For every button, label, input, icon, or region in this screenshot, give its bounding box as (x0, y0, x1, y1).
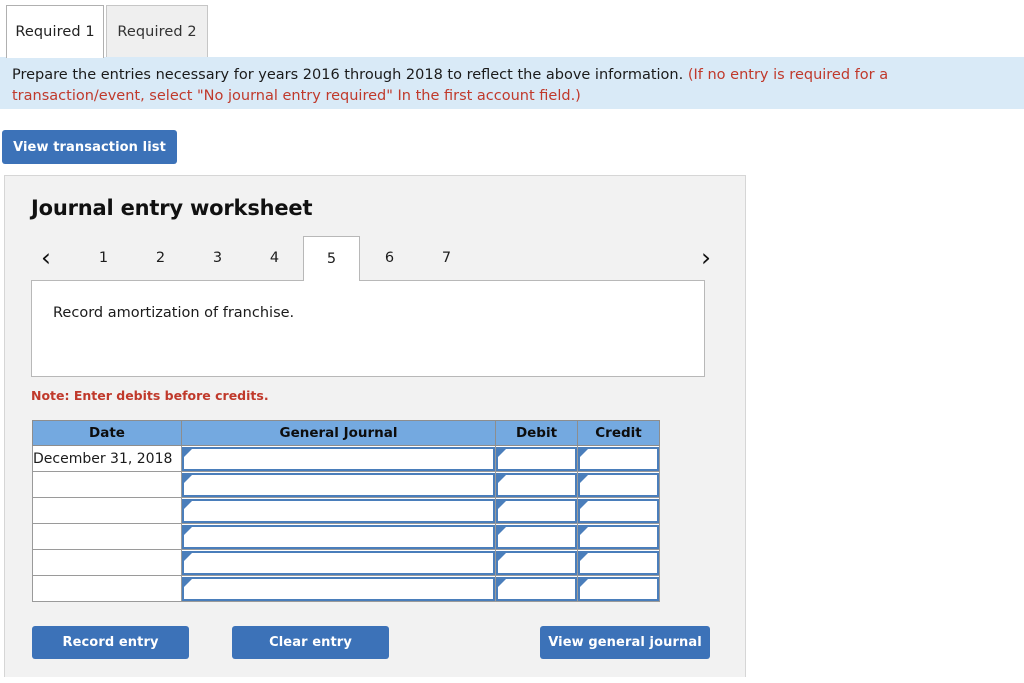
column-header-general-journal: General Journal (181, 420, 496, 446)
pager-page-1-label: 1 (98, 250, 109, 266)
worksheet-note: Note: Enter debits before credits. (31, 388, 269, 403)
tab-required-1-label: Required 1 (15, 24, 95, 40)
cell-debit-1[interactable] (495, 471, 578, 498)
table-row: December 31, 2018 (32, 445, 660, 472)
debit-input-5[interactable] (496, 576, 577, 601)
tab-required-2[interactable]: Required 2 (106, 5, 208, 58)
cell-credit-0[interactable] (577, 445, 660, 472)
pager-page-7[interactable]: 7 (418, 236, 475, 280)
pager-page-2[interactable]: 2 (132, 236, 189, 280)
table-row (32, 549, 660, 576)
view-transaction-list-button[interactable]: View transaction list (2, 130, 177, 164)
credit-input-1[interactable] (578, 472, 659, 497)
cell-general-journal-5[interactable] (181, 575, 496, 602)
record-entry-label: Record entry (62, 635, 159, 650)
pager-prev-glyph: ‹ (41, 242, 51, 272)
pager-next-glyph: › (701, 242, 711, 272)
credit-input-5[interactable] (578, 576, 659, 601)
cell-debit-5[interactable] (495, 575, 578, 602)
table-row (32, 523, 660, 550)
worksheet-prompt-text: Record amortization of franchise. (53, 305, 295, 321)
general-journal-input-4[interactable] (182, 550, 495, 575)
worksheet-prompt-box: Record amortization of franchise. (31, 280, 705, 377)
chevron-left-icon[interactable]: ‹ (31, 236, 61, 278)
pager-page-1[interactable]: 1 (75, 236, 132, 280)
general-journal-input-0[interactable] (182, 446, 495, 471)
pager-page-6-label: 6 (384, 250, 395, 266)
debit-input-1[interactable] (496, 472, 577, 497)
cell-debit-0[interactable] (495, 445, 578, 472)
required-tab-bar: Required 1 Required 2 (0, 0, 1024, 58)
pager-page-2-label: 2 (155, 250, 166, 266)
cell-credit-1[interactable] (577, 471, 660, 498)
chevron-right-icon[interactable]: › (691, 236, 721, 278)
debit-input-2[interactable] (496, 498, 577, 523)
cell-debit-2[interactable] (495, 497, 578, 524)
table-row (32, 575, 660, 602)
cell-credit-5[interactable] (577, 575, 660, 602)
tab-required-2-label: Required 2 (117, 24, 197, 40)
cell-date-1[interactable] (32, 471, 182, 498)
cell-general-journal-3[interactable] (181, 523, 496, 550)
credit-input-4[interactable] (578, 550, 659, 575)
record-entry-button[interactable]: Record entry (32, 626, 189, 659)
column-header-debit: Debit (495, 420, 578, 446)
general-journal-input-2[interactable] (182, 498, 495, 523)
clear-entry-button[interactable]: Clear entry (232, 626, 389, 659)
pager-page-4-label: 4 (269, 250, 280, 266)
pager-page-4[interactable]: 4 (246, 236, 303, 280)
journal-entry-table: Date General Journal Debit Credit Decemb… (32, 420, 660, 602)
pager-page-5[interactable]: 5 (303, 236, 360, 281)
credit-input-0[interactable] (578, 446, 659, 471)
cell-date-2[interactable] (32, 497, 182, 524)
general-journal-input-5[interactable] (182, 576, 495, 601)
clear-entry-label: Clear entry (269, 635, 352, 650)
general-journal-input-1[interactable] (182, 472, 495, 497)
cell-date-5[interactable] (32, 575, 182, 602)
view-transaction-list-label: View transaction list (13, 139, 166, 155)
cell-credit-2[interactable] (577, 497, 660, 524)
pager-page-5-label: 5 (326, 251, 337, 267)
pager-page-7-label: 7 (441, 250, 452, 266)
instruction-main-text: Prepare the entries necessary for years … (12, 67, 684, 83)
cell-general-journal-2[interactable] (181, 497, 496, 524)
cell-debit-3[interactable] (495, 523, 578, 550)
cell-general-journal-4[interactable] (181, 549, 496, 576)
credit-input-2[interactable] (578, 498, 659, 523)
instruction-banner: Prepare the entries necessary for years … (0, 57, 1024, 109)
cell-credit-3[interactable] (577, 523, 660, 550)
debit-input-3[interactable] (496, 524, 577, 549)
cell-date-0[interactable]: December 31, 2018 (32, 445, 182, 472)
pager-page-3-label: 3 (212, 250, 223, 266)
view-general-journal-label: View general journal (548, 635, 702, 650)
cell-debit-4[interactable] (495, 549, 578, 576)
cell-general-journal-0[interactable] (181, 445, 496, 472)
credit-input-3[interactable] (578, 524, 659, 549)
worksheet-title: Journal entry worksheet (31, 196, 313, 220)
tab-required-1[interactable]: Required 1 (6, 5, 104, 58)
column-header-credit: Credit (577, 420, 660, 446)
pager-page-3[interactable]: 3 (189, 236, 246, 280)
cell-date-4[interactable] (32, 549, 182, 576)
cell-date-3[interactable] (32, 523, 182, 550)
view-general-journal-button[interactable]: View general journal (540, 626, 710, 659)
cell-credit-4[interactable] (577, 549, 660, 576)
column-header-date: Date (32, 420, 182, 446)
pager-page-6[interactable]: 6 (361, 236, 418, 280)
debit-input-0[interactable] (496, 446, 577, 471)
journal-entry-worksheet-panel: Journal entry worksheet ‹ 1 2 3 4 5 6 7 … (4, 175, 746, 677)
debit-input-4[interactable] (496, 550, 577, 575)
general-journal-input-3[interactable] (182, 524, 495, 549)
table-header-row: Date General Journal Debit Credit (32, 420, 660, 446)
table-row (32, 471, 660, 498)
cell-general-journal-1[interactable] (181, 471, 496, 498)
worksheet-pager: ‹ 1 2 3 4 5 6 7 › (31, 236, 721, 281)
table-row (32, 497, 660, 524)
